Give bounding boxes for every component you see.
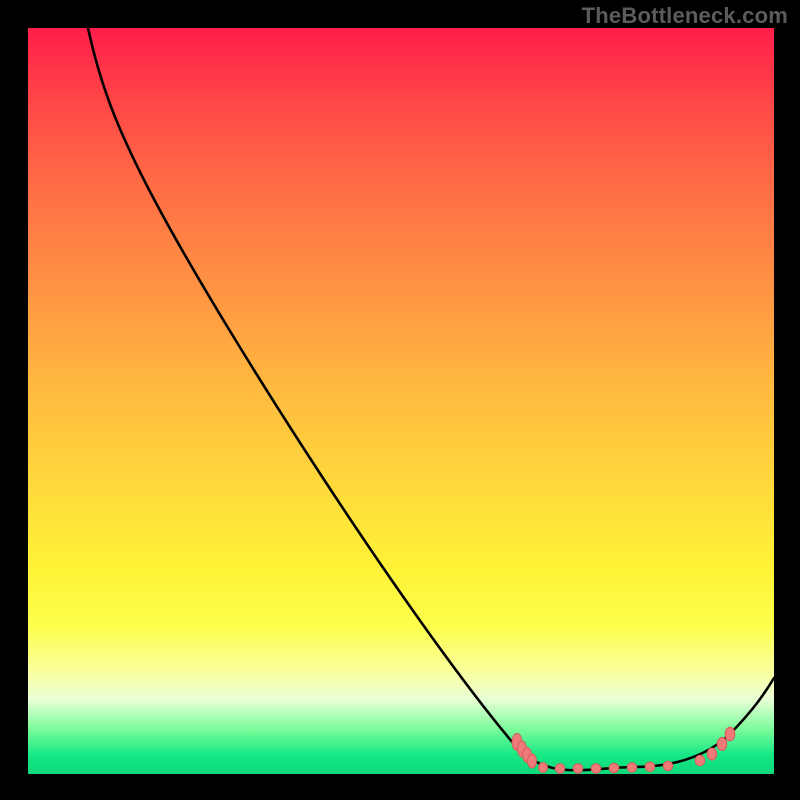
curve-layer [28, 28, 774, 774]
marker-dot [539, 763, 548, 773]
plot-area [28, 28, 774, 774]
marker-dot [725, 727, 735, 741]
marker-dot [555, 764, 565, 774]
marker-dot [627, 763, 637, 773]
marker-dot [645, 762, 655, 772]
chart-frame: TheBottleneck.com [0, 0, 800, 800]
marker-dot [591, 764, 601, 774]
watermark-text: TheBottleneck.com [582, 3, 788, 29]
marker-dot [528, 754, 537, 768]
marker-dot [695, 755, 705, 765]
marker-dot [573, 764, 583, 774]
marker-dot [663, 761, 673, 771]
marker-dot [609, 763, 619, 773]
bottleneck-curve [88, 28, 774, 770]
marker-dot [707, 748, 717, 760]
marker-dot [717, 738, 727, 751]
